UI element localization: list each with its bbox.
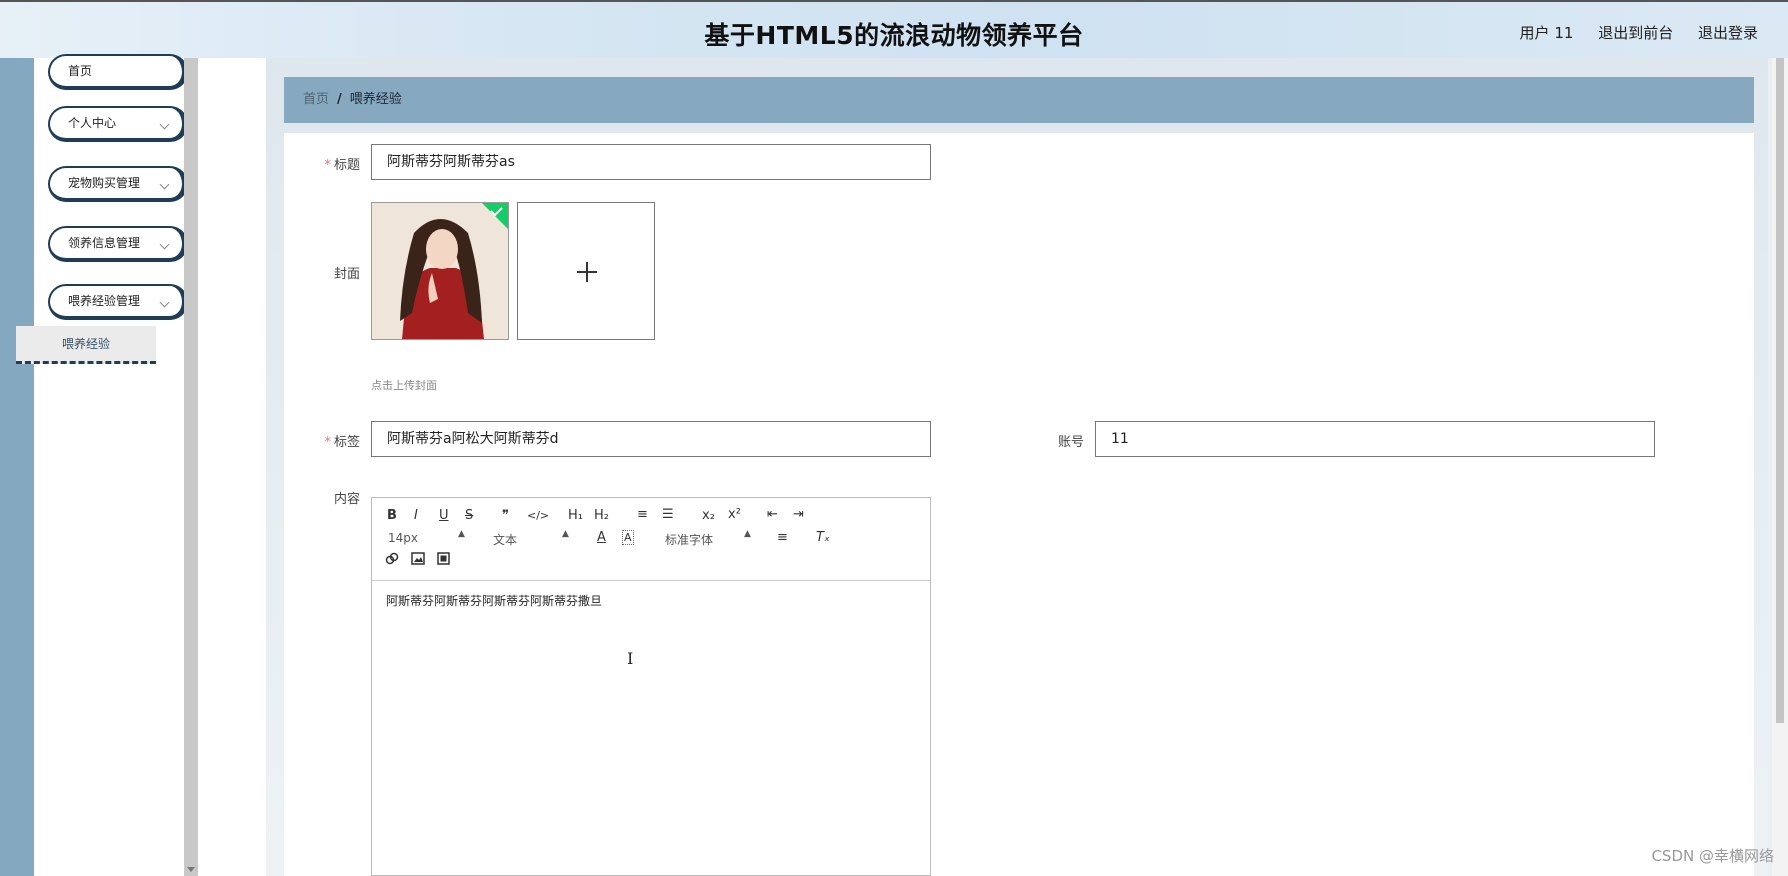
sidebar-item-label: 领养信息管理: [68, 236, 141, 250]
chevron-down-icon: [159, 239, 170, 250]
account-input[interactable]: 11: [1095, 421, 1655, 457]
breadcrumb-separator: /: [337, 92, 342, 107]
ordered-list-button[interactable]: ≡: [637, 507, 648, 522]
header-user-nav: 用户 11 退出到前台 退出登录: [1500, 22, 1758, 43]
required-mark: *: [324, 435, 331, 450]
header-select[interactable]: 文本: [493, 531, 517, 548]
clean-format-button[interactable]: Tₓ: [816, 530, 830, 545]
sidebar-item-home[interactable]: 首页: [48, 54, 188, 90]
editor-toolbar: B I U S ❞ </> H₁ H₂ ≡ ☰ x₂ x² ⇤ ⇥ 14px ▲…: [372, 498, 930, 581]
scrollbar-thumb[interactable]: [1776, 58, 1784, 723]
font-color-button[interactable]: A: [597, 530, 606, 545]
sidebar-item-personal-center[interactable]: 个人中心: [48, 106, 188, 142]
tags-label: * 标签: [280, 431, 360, 450]
italic-button[interactable]: I: [414, 508, 418, 523]
video-icon: [437, 552, 450, 565]
sidebar-item-label: 首页: [68, 64, 93, 78]
sidebar-scrollbar[interactable]: [184, 58, 198, 876]
outdent-button[interactable]: ⇤: [767, 507, 778, 522]
chevron-down-icon: [159, 119, 170, 130]
subscript-button[interactable]: x₂: [702, 508, 715, 523]
background-color-button[interactable]: A: [622, 530, 634, 545]
chevron-down-icon: [159, 297, 170, 308]
title-input[interactable]: 阿斯蒂芬阿斯蒂芬as: [371, 144, 931, 180]
content-gutter: [198, 58, 266, 876]
watermark: CSDN @幸横网络: [1651, 847, 1774, 865]
sidebar-subitem-feeding-experience[interactable]: 喂养经验: [16, 326, 156, 364]
breadcrumb-home[interactable]: 首页: [303, 92, 329, 107]
underline-button[interactable]: U: [439, 508, 449, 523]
text-cursor-icon: I: [627, 649, 634, 668]
video-button[interactable]: [437, 552, 450, 569]
indent-button[interactable]: ⇥: [793, 507, 804, 522]
sidebar-item-label: 个人中心: [68, 116, 117, 130]
required-mark: *: [324, 158, 331, 173]
sidebar-item-feeding-experience[interactable]: 喂养经验管理: [48, 284, 188, 320]
link-icon: [385, 552, 399, 565]
cover-upload-button[interactable]: [517, 202, 655, 340]
breadcrumb: 首页 / 喂养经验: [284, 77, 1754, 123]
select-arrow-icon: ▲: [458, 529, 465, 539]
link-button[interactable]: [385, 552, 399, 569]
cover-upload-hint: 点击上传封面: [371, 379, 437, 392]
tags-label-text: 标签: [333, 435, 360, 450]
sidebar-item-label: 宠物购买管理: [68, 176, 141, 190]
rich-text-editor[interactable]: B I U S ❞ </> H₁ H₂ ≡ ☰ x₂ x² ⇤ ⇥ 14px ▲…: [371, 497, 931, 876]
cover-label: 封面: [333, 267, 360, 282]
bullet-list-button[interactable]: ☰: [662, 507, 674, 522]
blockquote-button[interactable]: ❞: [502, 508, 509, 523]
header2-button[interactable]: H₂: [594, 508, 609, 523]
sidebar: 首页 个人中心 宠物购买管理 领养信息管理 喂养经验管理 喂养经验: [16, 54, 188, 876]
select-arrow-icon: ▲: [744, 529, 751, 539]
sidebar-item-label: 喂养经验管理: [68, 294, 141, 308]
sidebar-item-adoption-info[interactable]: 领养信息管理: [48, 226, 188, 262]
select-arrow-icon: ▲: [562, 529, 569, 539]
strike-button[interactable]: S: [465, 508, 473, 523]
content-label: 内容: [333, 492, 360, 507]
sidebar-rail: [0, 58, 34, 876]
tags-input[interactable]: 阿斯蒂芬a阿松大阿斯蒂芬d: [371, 421, 931, 457]
font-family-select[interactable]: 标准字体: [665, 531, 713, 548]
page-scrollbar[interactable]: [1772, 58, 1788, 876]
bold-button[interactable]: B: [387, 508, 397, 523]
title-label-text: 标题: [333, 158, 360, 173]
align-button[interactable]: ≡: [777, 530, 788, 545]
font-size-select[interactable]: 14px: [388, 531, 418, 545]
account-label: 账号: [1057, 435, 1084, 450]
scroll-down-arrow-icon[interactable]: [187, 867, 195, 872]
back-to-front-link[interactable]: 退出到前台: [1598, 24, 1673, 42]
user-name[interactable]: 用户 11: [1520, 24, 1574, 42]
image-icon: [411, 552, 425, 565]
image-button[interactable]: [411, 552, 425, 569]
plus-icon-vertical: [586, 262, 588, 282]
cover-image[interactable]: [371, 202, 509, 340]
sidebar-item-pet-purchase[interactable]: 宠物购买管理: [48, 166, 188, 202]
chevron-down-icon: [159, 179, 170, 190]
logout-link[interactable]: 退出登录: [1698, 24, 1758, 42]
cover-portrait: [372, 203, 508, 339]
breadcrumb-current: 喂养经验: [349, 92, 402, 107]
title-label: * 标题: [280, 154, 360, 173]
top-header: 基于HTML5的流浪动物领养平台 用户 11 退出到前台 退出登录: [0, 0, 1788, 58]
code-block-button[interactable]: </>: [527, 509, 549, 522]
superscript-button[interactable]: x²: [728, 507, 741, 522]
editor-content[interactable]: 阿斯蒂芬阿斯蒂芬阿斯蒂芬阿斯蒂芬撒旦: [386, 592, 602, 609]
header1-button[interactable]: H₁: [568, 508, 583, 523]
